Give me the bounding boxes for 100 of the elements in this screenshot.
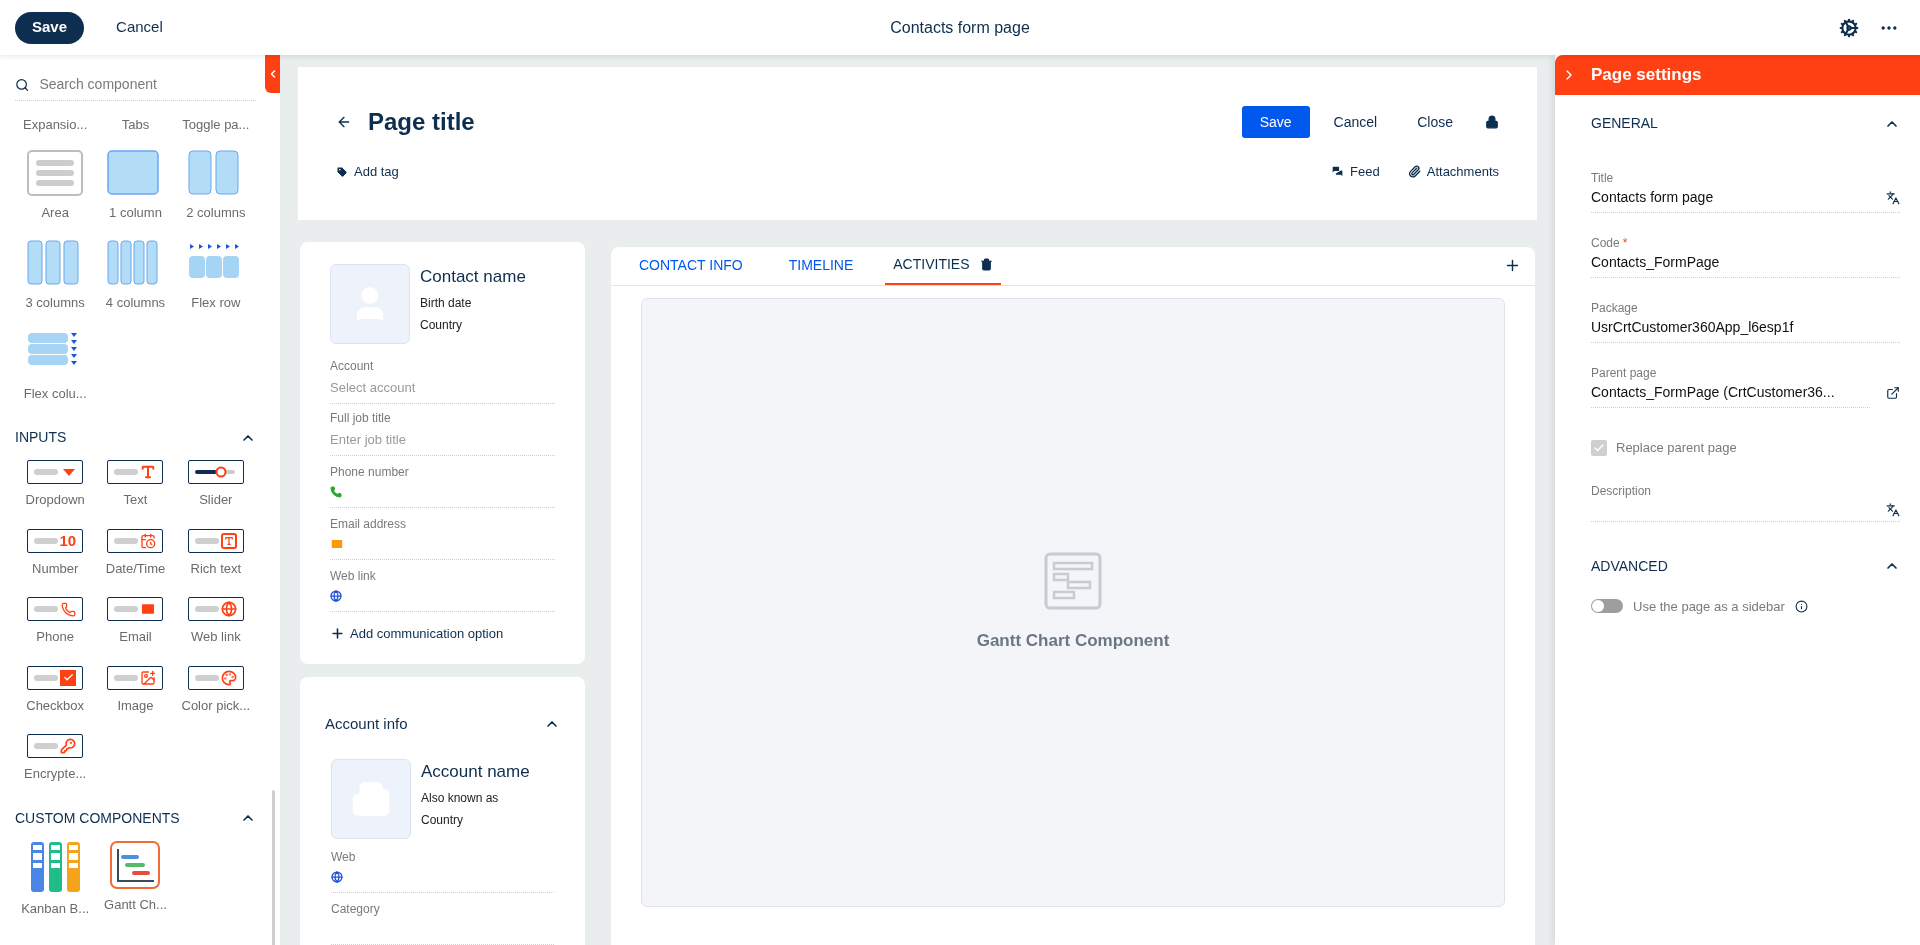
check-icon	[1593, 441, 1605, 454]
component-label: Toggle pa...	[182, 116, 250, 134]
info-icon[interactable]	[1794, 599, 1808, 613]
tab[interactable]: TIMELINE	[774, 246, 868, 285]
richtext-input-icon	[187, 528, 244, 553]
add-tab-icon[interactable]	[1504, 257, 1521, 274]
search-icon	[15, 76, 30, 93]
chat-icon	[1331, 165, 1345, 179]
search-field[interactable]: Search component	[39, 74, 256, 95]
header-button[interactable]: Close	[1401, 106, 1469, 138]
open-link-icon[interactable]	[1886, 385, 1900, 400]
section-title: GENERAL	[1591, 114, 1658, 133]
tab[interactable]: ACTIVITIES	[885, 246, 1001, 285]
settings-field[interactable]: Code * Contacts_FormPage	[1591, 213, 1900, 278]
attachments-button[interactable]: Attachments	[1407, 162, 1499, 182]
input-component[interactable]: Gantt Ch...	[95, 840, 176, 918]
header-button[interactable]: Save	[1241, 106, 1310, 138]
back-icon[interactable]	[336, 114, 352, 130]
phone-icon	[330, 486, 342, 498]
form-field[interactable]: Full job title Enter job title	[330, 404, 555, 456]
profile-detail: Country	[421, 811, 465, 829]
window-title: Contacts form page	[890, 17, 1030, 38]
component-label: Tabs	[121, 116, 150, 134]
settings-icon[interactable]	[1839, 17, 1859, 38]
settings-field[interactable]: Parent page Contacts_FormPage (CrtCustomer36...	[1591, 343, 1870, 408]
component-label: Expansio...	[23, 116, 88, 134]
gantt-chart-icon	[110, 840, 161, 889]
kanban-board-icon	[29, 840, 82, 893]
input-component[interactable]: Phone	[15, 597, 96, 647]
encrypted-input-icon	[27, 734, 84, 758]
input-component[interactable]: Image	[95, 665, 176, 715]
section-title: ADVANCED	[1591, 556, 1668, 576]
text-input-icon	[107, 460, 164, 484]
layout-component[interactable]: 3 columns	[15, 240, 96, 313]
translate-icon[interactable]	[1886, 502, 1900, 517]
profile-detail: Also known as	[421, 789, 500, 807]
lock-icon[interactable]	[1485, 115, 1499, 129]
layout-component[interactable]: Flex colu...	[15, 330, 96, 403]
header-button[interactable]: Cancel	[1317, 106, 1394, 138]
add-option-button[interactable]: Add communication option	[330, 624, 555, 644]
layout-component[interactable]: Area	[15, 149, 96, 222]
layout-component[interactable]: 1 column	[95, 149, 176, 222]
layout-component[interactable]: 4 columns	[95, 240, 176, 313]
panel-title: Page settings	[1591, 64, 1702, 87]
input-component[interactable]: Email	[95, 597, 176, 647]
input-component[interactable]: Encrypte...	[15, 734, 96, 784]
description-field[interactable]: Description	[1591, 481, 1900, 522]
area-layout-icon	[27, 149, 84, 196]
collapse-panel-button[interactable]	[265, 55, 280, 93]
tab[interactable]: CONTACT INFO	[625, 246, 757, 285]
input-component[interactable]: Date/Time	[95, 528, 176, 578]
profile-detail: Birth date	[420, 294, 473, 312]
plus-icon	[330, 626, 345, 642]
number-input-icon: 10	[27, 528, 84, 553]
input-component[interactable]: Slider	[175, 460, 256, 510]
form-field[interactable]: Web link	[330, 560, 555, 612]
scrollbar[interactable]	[272, 790, 275, 945]
globe-icon	[330, 590, 342, 602]
form-field[interactable]: Web	[331, 841, 554, 893]
checkbox-input-icon	[27, 665, 84, 690]
settings-field[interactable]: Package UsrCrtCustomer360App_l6esp1f	[1591, 278, 1900, 343]
profile-name: Contact name	[420, 266, 526, 288]
section-title: CUSTOM COMPONENTS	[15, 808, 180, 828]
card-title: Account info	[325, 713, 408, 734]
settings-field[interactable]: Title Contacts form page	[1591, 148, 1900, 213]
profile-name: Account name	[421, 761, 530, 783]
email-input-icon	[107, 597, 164, 621]
delete-icon[interactable]	[979, 258, 993, 271]
input-component[interactable]: Color pick...	[175, 665, 256, 715]
required-mark: *	[1622, 235, 1628, 252]
slider-input-icon	[187, 460, 244, 484]
feed-button[interactable]: Feed	[1331, 162, 1380, 182]
save-button[interactable]: Save	[15, 11, 85, 44]
form-field[interactable]: Phone number	[330, 456, 555, 508]
input-component[interactable]: Rich text	[175, 528, 256, 578]
section-title: INPUTS	[15, 428, 67, 447]
input-component[interactable]: Text	[95, 460, 176, 510]
input-component[interactable]: Web link	[175, 597, 256, 647]
toggle-label: Use the page as a sidebar	[1633, 597, 1785, 616]
layout-component[interactable]: Flex row	[175, 240, 256, 313]
paperclip-icon	[1407, 165, 1421, 179]
form-field[interactable]: Account Select account	[330, 352, 555, 404]
dropdown-input-icon	[27, 460, 84, 484]
input-component[interactable]: Dropdown	[15, 460, 96, 510]
cancel-button[interactable]: Cancel	[102, 11, 177, 44]
sidebar-toggle[interactable]	[1591, 599, 1623, 614]
add-tag-button[interactable]: Add tag	[336, 162, 399, 182]
translate-icon[interactable]	[1886, 190, 1900, 205]
tag-icon	[336, 165, 348, 178]
input-component[interactable]: Checkbox	[15, 665, 96, 715]
weblink-input-icon	[187, 597, 244, 621]
layout-component[interactable]: 2 columns	[175, 149, 256, 222]
input-component[interactable]: Kanban B...	[15, 840, 96, 918]
form-field[interactable]: Email address	[330, 508, 555, 560]
image-input-icon	[107, 665, 164, 690]
color-input-icon	[187, 665, 244, 690]
input-component[interactable]: 10 Number	[15, 528, 96, 578]
form-field[interactable]: Category	[331, 893, 554, 945]
gantt-placeholder-icon	[1044, 551, 1102, 610]
page-title: Page title	[368, 107, 475, 137]
